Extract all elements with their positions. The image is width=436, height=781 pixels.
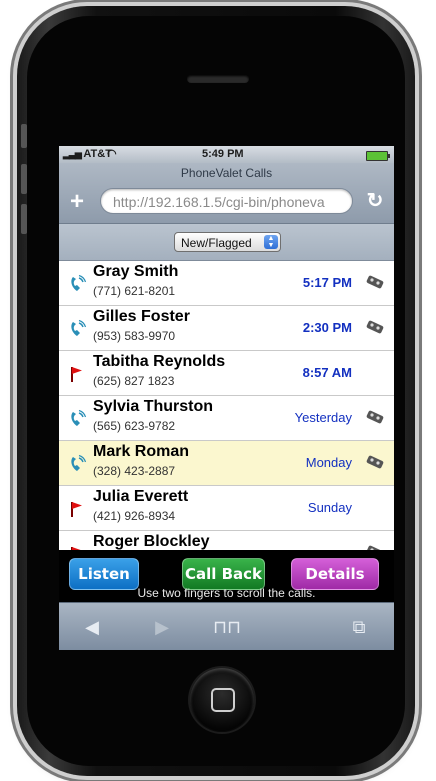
signal-bars-icon: ▂▃▅ bbox=[63, 149, 82, 159]
call-list[interactable]: Gray Smith (771) 621-8201 5:17 PM Gilles Fo… bbox=[59, 261, 394, 550]
bookmarks-icon[interactable]: ⊓⊓ bbox=[212, 615, 242, 639]
battery-icon bbox=[366, 151, 390, 161]
flag-icon bbox=[67, 364, 87, 384]
call-time: 5:17 PM bbox=[302, 275, 352, 290]
call-time: Monday bbox=[305, 455, 352, 470]
earpiece-speaker bbox=[187, 75, 249, 83]
filter-bar: New/Flagged ▲ ▼ bbox=[59, 224, 394, 261]
forward-arrow-icon[interactable]: ▶ bbox=[147, 615, 177, 639]
filter-select[interactable]: New/Flagged ▲ ▼ bbox=[174, 232, 281, 252]
volume-down-button bbox=[21, 204, 27, 234]
status-time: 5:49 PM bbox=[202, 148, 244, 160]
volume-up-button bbox=[21, 164, 27, 194]
recording-icon[interactable] bbox=[366, 320, 384, 334]
home-button[interactable] bbox=[190, 668, 254, 732]
reload-icon[interactable]: ↻ bbox=[364, 190, 386, 212]
call-row[interactable]: Sylvia Thurston (565) 623-9782 Yesterday bbox=[59, 396, 394, 441]
call-time: Yesterday bbox=[294, 410, 352, 425]
phone-screen: ▂▃▅ AT&T ◠ 5:49 PM PhoneValet Calls + ht… bbox=[59, 146, 394, 650]
caller-phone: (421) 926-8934 bbox=[93, 509, 176, 523]
caller-name: Gray Smith bbox=[93, 263, 179, 280]
call-row[interactable]: Gray Smith (771) 621-8201 5:17 PM bbox=[59, 261, 394, 306]
call-time: 2:30 PM bbox=[302, 320, 352, 335]
browser-toolbar: ◀ ▶ ⊓⊓ ⧉ bbox=[59, 602, 394, 650]
status-bar: ▂▃▅ AT&T ◠ 5:49 PM bbox=[59, 146, 394, 163]
page-title: PhoneValet Calls bbox=[180, 166, 273, 180]
phone-icon bbox=[67, 409, 87, 429]
pages-icon[interactable]: ⧉ bbox=[344, 615, 374, 639]
caller-phone: (625) 827 1823 bbox=[93, 374, 175, 388]
back-arrow-icon[interactable]: ◀ bbox=[77, 615, 107, 639]
carrier-label: ▂▃▅ AT&T bbox=[63, 148, 112, 160]
recording-icon[interactable] bbox=[366, 455, 384, 469]
call-row[interactable]: Tabitha Reynolds (625) 827 1823 8:57 AM bbox=[59, 351, 394, 396]
recording-icon[interactable] bbox=[366, 275, 384, 289]
filter-selected-value: New/Flagged bbox=[181, 236, 252, 250]
silent-switch bbox=[21, 124, 27, 148]
url-field[interactable]: http://192.168.1.5/cgi-bin/phoneva bbox=[100, 188, 353, 214]
caller-name: Gilles Foster bbox=[93, 308, 190, 325]
caller-name: Sylvia Thurston bbox=[93, 398, 214, 415]
caller-name: Roger Blockley bbox=[93, 533, 210, 550]
flag-icon bbox=[67, 499, 87, 519]
add-bookmark-icon[interactable]: + bbox=[65, 190, 89, 214]
caller-phone: (565) 623-9782 bbox=[93, 419, 176, 433]
caller-name: Mark Roman bbox=[93, 443, 190, 460]
call-row[interactable]: Mark Roman (328) 423-2887 Monday bbox=[59, 441, 394, 486]
caller-name: Tabitha Reynolds bbox=[93, 353, 226, 370]
browser-titlebar: PhoneValet Calls + http://192.168.1.5/cg… bbox=[59, 163, 394, 224]
call-row[interactable]: Gilles Foster (953) 583-9970 2:30 PM bbox=[59, 306, 394, 351]
phone-icon bbox=[67, 454, 87, 474]
scroll-hint: Use two fingers to scroll the calls. bbox=[137, 586, 316, 600]
caller-phone: (328) 423-2887 bbox=[93, 464, 176, 478]
caller-phone: (953) 583-9970 bbox=[93, 329, 176, 343]
call-time: Sunday bbox=[307, 500, 352, 515]
select-arrows-icon: ▲ ▼ bbox=[264, 235, 278, 249]
caller-phone: (771) 621-8201 bbox=[93, 284, 176, 298]
caller-name: Julia Everett bbox=[93, 488, 189, 505]
call-row[interactable]: Roger Blockley bbox=[59, 531, 394, 550]
wifi-icon: ◠ bbox=[107, 148, 117, 160]
call-time: 8:57 AM bbox=[302, 365, 352, 380]
recording-icon[interactable] bbox=[366, 410, 384, 424]
phone-icon bbox=[67, 319, 87, 339]
phone-icon bbox=[67, 274, 87, 294]
home-square-icon bbox=[211, 688, 235, 712]
call-row[interactable]: Julia Everett (421) 926-8934 Sunday bbox=[59, 486, 394, 531]
